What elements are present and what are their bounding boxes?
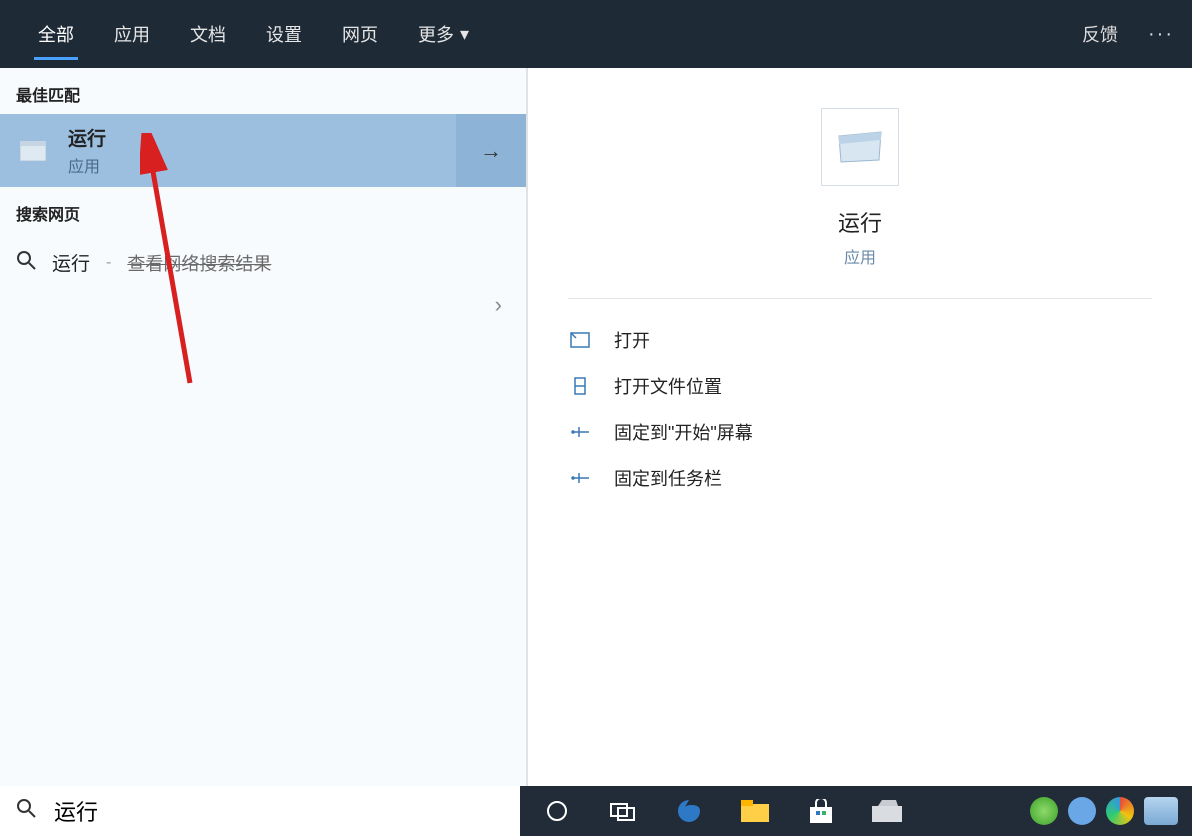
task-view-icon[interactable] [606, 794, 640, 828]
web-result-subtitle: 查看网络搜索结果 [127, 250, 271, 276]
action-open-location[interactable]: 打开文件位置 [568, 363, 1152, 409]
expand-result-button[interactable]: → [456, 114, 526, 187]
feedback-link[interactable]: 反馈 [1082, 21, 1118, 47]
section-best-match: 最佳匹配 [0, 68, 526, 114]
detail-header: 运行 应用 [568, 68, 1152, 299]
tray-icon-1[interactable] [1030, 797, 1058, 825]
search-icon [16, 798, 36, 824]
more-options-icon[interactable]: ··· [1148, 23, 1174, 46]
dash: - [106, 254, 111, 272]
open-icon [568, 332, 592, 348]
arrow-right-icon: → [480, 138, 502, 164]
action-pin-start-label: 固定到"开始"屏幕 [614, 419, 753, 445]
action-open-label: 打开 [614, 327, 650, 353]
result-subtitle: 应用 [68, 153, 106, 177]
edge-icon[interactable] [672, 794, 706, 828]
result-text: 运行 应用 [68, 124, 106, 177]
filter-tabs: 全部 应用 文档 设置 网页 更多 ▾ [18, 0, 489, 68]
detail-subtitle: 应用 [568, 244, 1152, 268]
result-detail-pane: 运行 应用 打开 打开文件位置 固定到"开始"屏幕 [528, 68, 1192, 786]
chevron-down-icon: ▾ [460, 24, 469, 45]
results-list-pane: 最佳匹配 运行 应用 → 搜索网页 运行 - 查看网络搜索结果 [0, 68, 528, 786]
best-match-result[interactable]: 运行 应用 → [0, 114, 526, 187]
tab-settings[interactable]: 设置 [246, 0, 322, 68]
search-input[interactable] [54, 798, 504, 824]
cortana-icon[interactable] [540, 794, 574, 828]
topbar-right: 反馈 ··· [1082, 21, 1174, 47]
detail-app-icon [821, 108, 899, 186]
action-open[interactable]: 打开 [568, 317, 1152, 363]
store-icon[interactable] [804, 794, 838, 828]
result-title: 运行 [68, 124, 106, 151]
tab-more-label: 更多 [418, 21, 454, 47]
tab-documents[interactable]: 文档 [170, 0, 246, 68]
taskbar-pinned-apps [520, 786, 1030, 836]
tab-apps[interactable]: 应用 [94, 0, 170, 68]
folder-icon [568, 377, 592, 395]
file-explorer-icon[interactable] [738, 794, 772, 828]
web-search-result[interactable]: 运行 - 查看网络搜索结果 [0, 233, 526, 292]
pin-start-icon [568, 424, 592, 440]
pin-taskbar-icon [568, 470, 592, 486]
chevron-right-icon[interactable]: › [495, 292, 502, 318]
system-tray [1030, 786, 1192, 836]
section-search-web: 搜索网页 [0, 187, 526, 233]
web-result-term: 运行 [52, 249, 90, 276]
detail-title: 运行 [568, 206, 1152, 238]
search-results-area: 最佳匹配 运行 应用 → 搜索网页 运行 - 查看网络搜索结果 [0, 68, 1192, 786]
tray-icon-2[interactable] [1068, 797, 1096, 825]
tray-icon-4[interactable] [1144, 797, 1178, 825]
taskbar-search-box[interactable] [0, 786, 520, 836]
tray-icon-3[interactable] [1106, 797, 1134, 825]
search-icon [16, 250, 36, 276]
detail-actions: 打开 打开文件位置 固定到"开始"屏幕 固定到任务栏 [528, 299, 1192, 519]
tab-more[interactable]: 更多 ▾ [398, 0, 489, 68]
run-app-icon [16, 134, 50, 168]
app-icon[interactable] [870, 794, 904, 828]
action-open-location-label: 打开文件位置 [614, 373, 722, 399]
tab-all[interactable]: 全部 [18, 0, 94, 68]
action-pin-start[interactable]: 固定到"开始"屏幕 [568, 409, 1152, 455]
search-filter-bar: 全部 应用 文档 设置 网页 更多 ▾ 反馈 ··· [0, 0, 1192, 68]
action-pin-taskbar[interactable]: 固定到任务栏 [568, 455, 1152, 501]
taskbar [0, 786, 1192, 836]
tab-web[interactable]: 网页 [322, 0, 398, 68]
action-pin-taskbar-label: 固定到任务栏 [614, 465, 722, 491]
